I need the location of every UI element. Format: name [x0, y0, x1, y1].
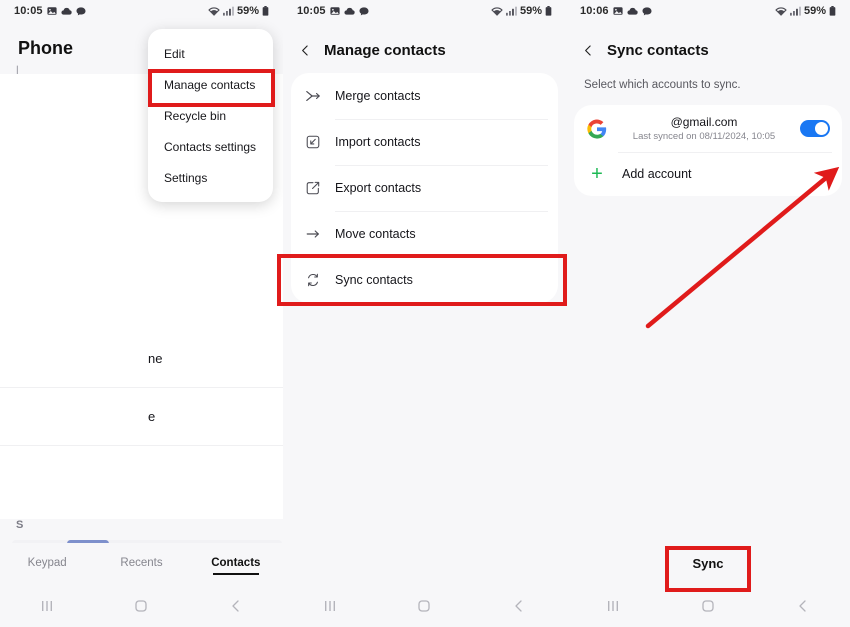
list-item-label: Move contacts [335, 227, 416, 241]
back-icon[interactable] [582, 44, 595, 57]
status-bar: 10:05 59% [0, 0, 283, 22]
back-nav-icon[interactable] [228, 598, 244, 614]
android-nav-bar [566, 585, 850, 627]
tab-keypad[interactable]: Keypad [0, 557, 94, 571]
chat-bubble-icon [76, 6, 86, 16]
page-header: Sync contacts [566, 22, 850, 73]
add-account-row[interactable]: + Add account [574, 152, 842, 196]
cloud-icon [61, 7, 72, 16]
contacts-ghost-list: ne e [0, 330, 283, 446]
tab-contacts[interactable]: Contacts [189, 557, 283, 571]
import-icon [305, 134, 335, 150]
home-nav-icon[interactable] [133, 598, 149, 614]
gallery-icon [47, 6, 57, 16]
android-nav-bar [283, 585, 566, 627]
battery-percent: 59% [803, 5, 826, 17]
sync-toggle[interactable] [800, 120, 830, 137]
recents-nav-icon[interactable] [322, 598, 338, 614]
menu-item-manage-contacts[interactable]: Manage contacts [148, 69, 273, 100]
sync-icon [305, 272, 335, 288]
recents-nav-icon[interactable] [605, 598, 621, 614]
list-item-sync-contacts[interactable]: Sync contacts [291, 257, 558, 303]
list-item-label: ne [148, 351, 163, 366]
panel-sync-contacts: 10:06 59% Sync contacts Select which acc… [566, 0, 850, 627]
list-item[interactable]: ne [0, 330, 283, 388]
gallery-icon [330, 6, 340, 16]
menu-item-label: Recycle bin [164, 108, 227, 123]
menu-item-contacts-settings[interactable]: Contacts settings [148, 131, 273, 162]
cloud-icon [344, 7, 355, 16]
google-logo-icon [586, 118, 608, 140]
signal-bars-icon [789, 6, 801, 16]
list-item-merge-contacts[interactable]: Merge contacts [291, 73, 558, 119]
battery-percent: 59% [519, 5, 542, 17]
account-last-synced: Last synced on 08/11/2024, 10:05 [632, 131, 776, 142]
accounts-card: @gmail.com Last synced on 08/11/2024, 10… [574, 105, 842, 196]
list-item-label: Merge contacts [335, 89, 421, 103]
status-bar: 10:05 59% [283, 0, 566, 22]
tab-recents[interactable]: Recents [94, 557, 188, 571]
account-row-gmail[interactable]: @gmail.com Last synced on 08/11/2024, 10… [574, 105, 842, 152]
back-nav-icon[interactable] [795, 598, 811, 614]
overflow-menu: Edit Manage contacts Recycle bin Contact… [148, 29, 273, 202]
bottom-tab-bar: Keypad Recents Contacts [0, 543, 283, 585]
menu-item-label: Manage contacts [164, 77, 256, 92]
back-nav-icon[interactable] [511, 598, 527, 614]
list-item-label: Export contacts [335, 181, 422, 195]
three-panel-screenshot: 10:05 59% Phone ⎣ ne e S Edit Manage con… [0, 0, 850, 627]
menu-item-label: Contacts settings [164, 139, 257, 154]
menu-item-label: Edit [164, 46, 185, 61]
list-item-export-contacts[interactable]: Export contacts [291, 165, 558, 211]
page-header: Manage contacts [283, 22, 566, 73]
wifi-icon [491, 6, 503, 16]
status-bar: 10:06 59% [566, 0, 850, 22]
home-nav-icon[interactable] [416, 598, 432, 614]
battery-percent: 59% [236, 5, 259, 17]
cloud-icon [627, 7, 638, 16]
instruction-text: Select which accounts to sync. [584, 79, 741, 91]
chat-bubble-icon [359, 6, 369, 16]
list-item-label: Import contacts [335, 135, 421, 149]
menu-item-edit[interactable]: Edit [148, 38, 273, 69]
battery-icon [545, 6, 552, 16]
panel-manage-contacts: 10:05 59% Manage contacts Merge contacts… [283, 0, 566, 627]
status-time: 10:05 [14, 5, 43, 17]
page-title: Sync contacts [607, 42, 709, 59]
back-icon[interactable] [299, 44, 312, 57]
move-arrow-icon [305, 226, 335, 242]
list-item-import-contacts[interactable]: Import contacts [291, 119, 558, 165]
list-item-move-contacts[interactable]: Move contacts [291, 211, 558, 257]
plus-icon: + [591, 163, 603, 185]
wifi-icon [775, 6, 787, 16]
toggle-knob [815, 122, 828, 135]
list-item-label: e [148, 409, 156, 424]
wifi-icon [208, 6, 220, 16]
section-index-letter: S [16, 519, 24, 531]
android-nav-bar [0, 585, 283, 627]
battery-icon [829, 6, 836, 16]
signal-bars-icon [222, 6, 234, 16]
export-icon [305, 180, 335, 196]
status-time: 10:06 [580, 5, 609, 17]
menu-item-recycle-bin[interactable]: Recycle bin [148, 100, 273, 131]
add-account-label: Add account [622, 167, 692, 181]
recents-nav-icon[interactable] [39, 598, 55, 614]
panel-phone-contacts: 10:05 59% Phone ⎣ ne e S Edit Manage con… [0, 0, 283, 627]
battery-icon [262, 6, 269, 16]
home-nav-icon[interactable] [700, 598, 716, 614]
gallery-icon [613, 6, 623, 16]
list-item-label: Sync contacts [335, 273, 413, 287]
signal-bars-icon [505, 6, 517, 16]
sync-button[interactable]: Sync [666, 546, 749, 581]
status-time: 10:05 [297, 5, 326, 17]
list-item[interactable]: e [0, 388, 283, 446]
page-title: Manage contacts [324, 42, 446, 59]
manage-contacts-list: Merge contacts Import contacts Export co… [291, 73, 558, 303]
chat-bubble-icon [642, 6, 652, 16]
account-email: @gmail.com [670, 115, 738, 129]
menu-item-settings[interactable]: Settings [148, 162, 273, 193]
account-details: @gmail.com Last synced on 08/11/2024, 10… [618, 115, 790, 142]
merge-icon [305, 88, 335, 104]
menu-item-label: Settings [164, 170, 208, 185]
